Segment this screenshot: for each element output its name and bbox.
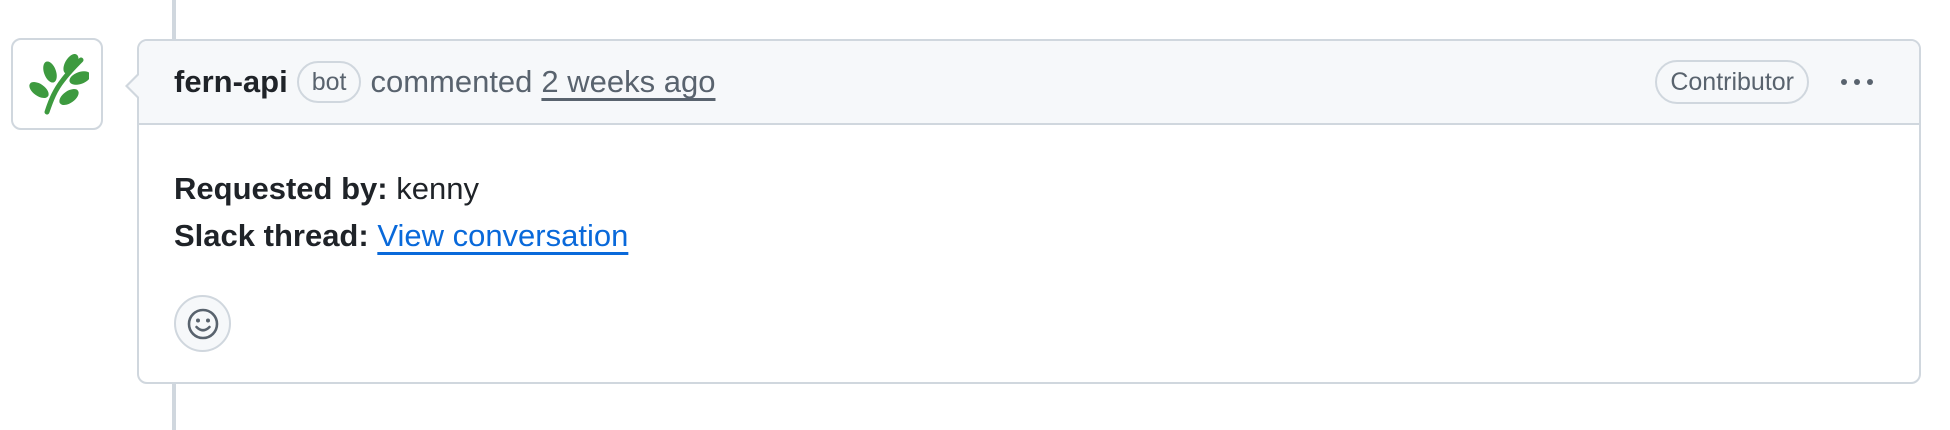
comment-action-text: commented: [370, 64, 533, 99]
slack-thread-label: Slack thread:: [174, 218, 369, 253]
comment-body: Requested by: kenny Slack thread: View c…: [139, 125, 1919, 352]
requested-by-row: Requested by: kenny: [174, 165, 1884, 212]
requested-by-label: Requested by:: [174, 171, 388, 206]
fern-leaf-icon: [29, 54, 89, 115]
add-reaction-button[interactable]: [174, 295, 231, 352]
bot-badge: bot: [296, 61, 362, 103]
comment-timestamp-link[interactable]: 2 weeks ago: [541, 64, 715, 100]
kebab-horizontal-icon: [1841, 79, 1847, 85]
smiley-icon: [187, 308, 218, 339]
comment-header: fern-api bot commented 2 weeks ago Contr…: [139, 41, 1919, 125]
requested-by-value: kenny: [396, 171, 479, 206]
comment-caret-fill: [128, 74, 140, 98]
role-badge: Contributor: [1655, 60, 1809, 104]
slack-thread-row: Slack thread: View conversation: [174, 212, 1884, 259]
kebab-horizontal-icon: [1867, 79, 1873, 85]
kebab-horizontal-icon: [1854, 79, 1860, 85]
more-options-button[interactable]: [1829, 62, 1885, 102]
author-link[interactable]: fern-api: [174, 64, 288, 100]
comment-card: fern-api bot commented 2 weeks ago Contr…: [125, 39, 1921, 384]
avatar[interactable]: [11, 38, 103, 130]
view-conversation-link[interactable]: View conversation: [377, 218, 628, 253]
